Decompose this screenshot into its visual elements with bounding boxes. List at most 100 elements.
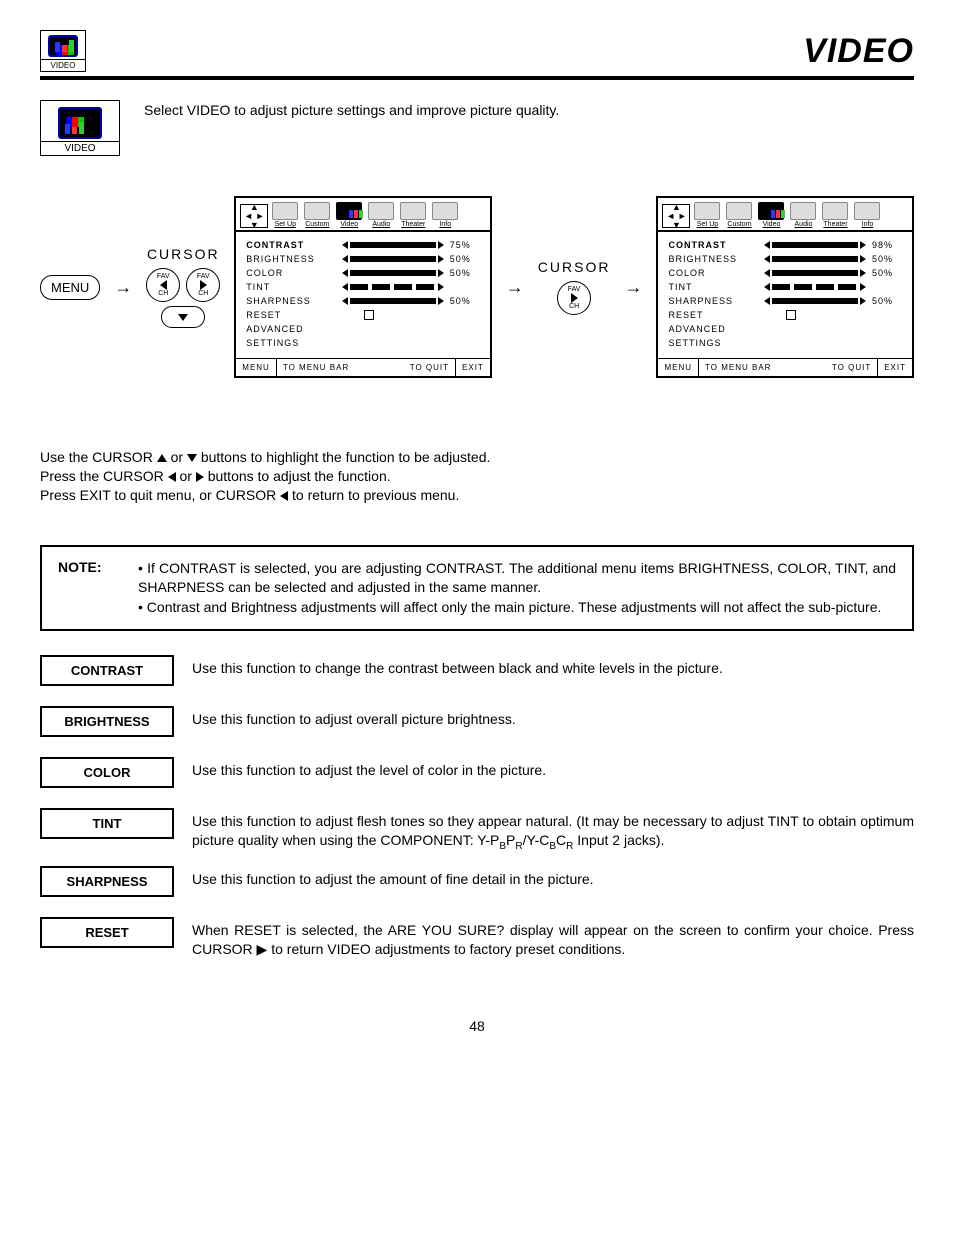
definition-row: CONTRAST Use this function to change the… — [40, 655, 914, 686]
osd-footer: MENU TO MENU BAR TO QUIT EXIT — [658, 358, 912, 376]
definition-label: COLOR — [40, 757, 174, 788]
tv-bars-icon — [58, 107, 102, 139]
footer-exit: EXIT — [455, 359, 490, 376]
triangle-right-icon — [860, 297, 866, 305]
osd-tab-bar: ▲◄ ►▼ Set Up Custom Video Audio Theater … — [236, 198, 490, 232]
osd-body: CONTRAST75%BRIGHTNESS50%COLOR50%TINTSHAR… — [236, 232, 490, 358]
osd-setting-name: BRIGHTNESS — [246, 254, 336, 264]
tab-video[interactable]: Video — [756, 202, 786, 228]
fav-label: FAV — [197, 273, 210, 280]
osd-setting-name: BRIGHTNESS — [668, 254, 758, 264]
footer-to-quit: TO QUIT — [826, 359, 877, 376]
remote-dpad-2: CURSOR FAV CH — [538, 259, 611, 315]
definition-row: TINT Use this function to adjust flesh t… — [40, 808, 914, 853]
triangle-down-icon — [187, 454, 197, 462]
video-icon-label: VIDEO — [41, 141, 119, 155]
footer-menu: MENU — [658, 359, 699, 376]
triangle-left-icon — [342, 255, 348, 263]
tab-custom[interactable]: Custom — [724, 202, 754, 228]
cursor-right-button[interactable]: FAV CH — [557, 281, 591, 315]
menu-button[interactable]: MENU — [40, 275, 100, 300]
tab-setup[interactable]: Set Up — [270, 202, 300, 228]
arrow-icon: → — [624, 277, 642, 298]
slider-bar — [772, 270, 858, 276]
note-box: NOTE: • If CONTRAST is selected, you are… — [40, 545, 914, 632]
triangle-left-icon — [168, 472, 176, 482]
triangle-right-icon — [200, 280, 207, 290]
triangle-left-icon — [764, 241, 770, 249]
fav-label: FAV — [568, 286, 581, 293]
slider-bar — [772, 298, 858, 304]
triangle-left-icon — [280, 491, 288, 501]
tab-video[interactable]: Video — [334, 202, 364, 228]
footer-to-quit: TO QUIT — [404, 359, 455, 376]
definition-row: BRIGHTNESS Use this function to adjust o… — [40, 706, 914, 737]
cursor-right-button[interactable]: FAV CH — [186, 268, 220, 302]
osd-row: BRIGHTNESS50% — [668, 254, 902, 264]
osd-row: ADVANCED — [246, 324, 480, 334]
tab-theater[interactable]: Theater — [398, 202, 428, 228]
header-rule — [40, 76, 914, 80]
tab-info[interactable]: Info — [852, 202, 882, 228]
osd-slider[interactable] — [342, 297, 444, 305]
definition-text: Use this function to adjust the level of… — [192, 757, 546, 780]
definition-label: RESET — [40, 917, 174, 948]
cursor-label: CURSOR — [538, 259, 611, 275]
osd-body: CONTRAST98%BRIGHTNESS50%COLOR50%TINTSHAR… — [658, 232, 912, 358]
osd-row: SHARPNESS 50% — [668, 296, 902, 306]
osd-row: SHARPNESS50% — [246, 296, 480, 306]
slider-bar — [350, 298, 436, 304]
note-label: NOTE: — [58, 559, 118, 618]
diagram-row: MENU → CURSOR FAV CH FAV CH ▲◄ ►▼ Set Up… — [40, 196, 914, 378]
osd-slider[interactable] — [764, 297, 866, 305]
osd-slider[interactable] — [764, 241, 866, 249]
osd-slider[interactable] — [342, 255, 444, 263]
osd-nav-icon: ▲◄ ►▼ — [662, 204, 690, 228]
osd-tab-bar: ▲◄ ►▼ Set Up Custom Video Audio Theater … — [658, 198, 912, 232]
definition-text: Use this function to change the contrast… — [192, 655, 723, 678]
triangle-right-icon — [571, 293, 578, 303]
tab-audio[interactable]: Audio — [788, 202, 818, 228]
osd-value: 50% — [450, 296, 480, 306]
instructions: Use the CURSOR or buttons to highlight t… — [40, 448, 914, 505]
cursor-down-button[interactable] — [161, 306, 205, 328]
osd-setting-name: CONTRAST — [246, 240, 336, 250]
osd-slider[interactable] — [764, 283, 866, 291]
osd-slider[interactable] — [342, 241, 444, 249]
tab-setup[interactable]: Set Up — [692, 202, 722, 228]
cursor-left-button[interactable]: FAV CH — [146, 268, 180, 302]
triangle-left-icon — [342, 283, 348, 291]
osd-setting-name: SHARPNESS — [668, 296, 758, 306]
osd-setting-name: TINT — [668, 282, 758, 292]
checkbox-icon[interactable] — [786, 310, 796, 320]
osd-slider[interactable] — [764, 255, 866, 263]
osd-value: 50% — [450, 254, 480, 264]
definition-label: TINT — [40, 808, 174, 839]
tab-audio[interactable]: Audio — [366, 202, 396, 228]
osd-value: 50% — [872, 296, 902, 306]
osd-slider[interactable] — [764, 269, 866, 277]
osd-setting-name: COLOR — [668, 268, 758, 278]
arrow-icon: → — [506, 277, 524, 298]
osd-row: ADVANCED — [668, 324, 902, 334]
osd-slider[interactable] — [342, 283, 444, 291]
tab-custom[interactable]: Custom — [302, 202, 332, 228]
osd-slider[interactable] — [342, 269, 444, 277]
ch-label: CH — [569, 303, 579, 310]
triangle-right-icon — [438, 255, 444, 263]
instruction-line: Use the CURSOR or buttons to highlight t… — [40, 448, 914, 467]
video-icon-small: VIDEO — [40, 30, 86, 72]
checkbox-icon[interactable] — [364, 310, 374, 320]
tab-theater[interactable]: Theater — [820, 202, 850, 228]
osd-setting-name: ADVANCED — [246, 324, 336, 334]
tab-info[interactable]: Info — [430, 202, 460, 228]
osd-nav-icon: ▲◄ ►▼ — [240, 204, 268, 228]
osd-row: TINT — [668, 282, 902, 292]
page-number: 48 — [40, 1018, 914, 1034]
triangle-left-icon — [342, 241, 348, 249]
triangle-right-icon — [860, 283, 866, 291]
video-icon-large: VIDEO — [40, 100, 120, 156]
footer-to-menu: TO MENU BAR — [699, 359, 777, 376]
osd-setting-name: COLOR — [246, 268, 336, 278]
video-icon-label: VIDEO — [41, 59, 85, 71]
